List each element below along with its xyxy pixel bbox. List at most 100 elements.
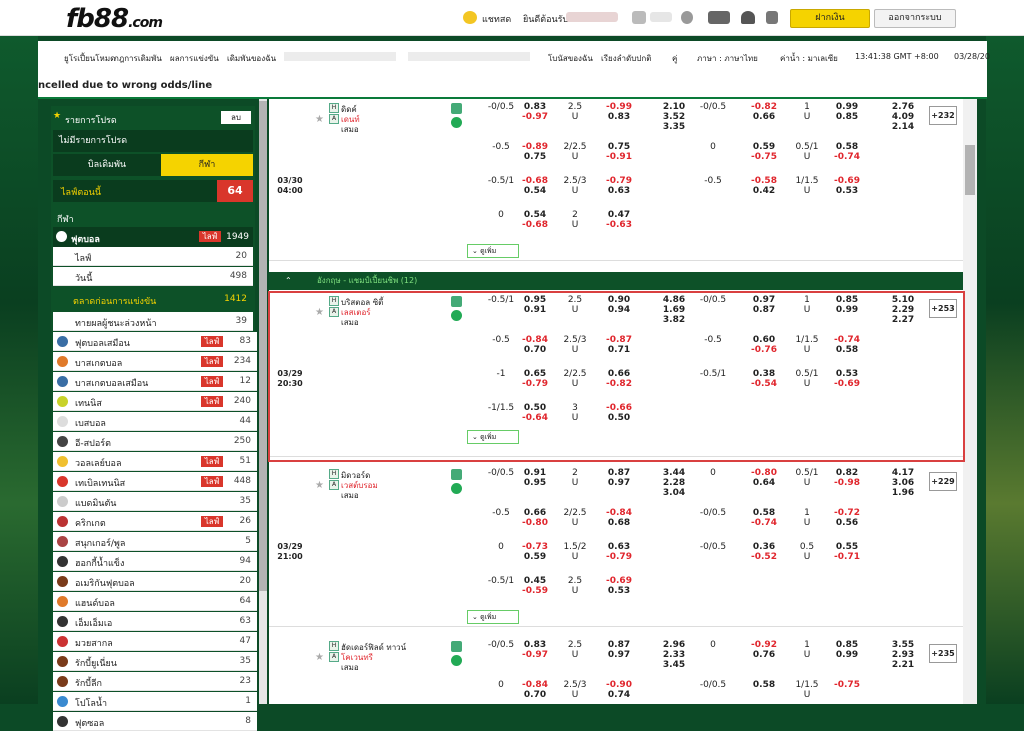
odds-cell[interactable]: 0.99	[833, 650, 861, 660]
nav-odds-type[interactable]: ค่าน้ำ : มาเลเซีย	[780, 52, 838, 65]
odds-cell[interactable]: 2.96	[660, 640, 688, 650]
odds-cell[interactable]: 3.55	[889, 640, 917, 650]
odds-cell[interactable]: -0.69	[605, 576, 633, 586]
odds-cell[interactable]: 3.04	[660, 488, 688, 498]
odds-scrollbar[interactable]	[963, 99, 977, 704]
sub-today[interactable]: วันนี้ 498	[53, 267, 253, 286]
odds-cell[interactable]: 4.17	[889, 468, 917, 478]
odds-cell[interactable]: -0.91	[605, 152, 633, 162]
sport-item[interactable]: บาสเกตบอลเสมือน ไลฟ์ 12	[53, 372, 257, 391]
odds-cell[interactable]: 0.83	[521, 640, 549, 650]
odds-cell[interactable]: -0.89	[521, 142, 549, 152]
sport-item[interactable]: บาสเกตบอล ไลฟ์ 234	[53, 352, 257, 371]
sub-outright[interactable]: ทายผลผู้ชนะล่วงหน้า 39	[53, 312, 253, 331]
stats-icon-2[interactable]	[451, 655, 462, 666]
chat-link[interactable]: แชทสด	[482, 12, 511, 26]
stats-icon-2[interactable]	[451, 483, 462, 494]
nav-my-bets[interactable]: เดิมพันของฉัน	[227, 52, 276, 65]
odds-cell[interactable]: 0.70	[521, 690, 549, 700]
logout-button[interactable]: ออกจากระบบ	[874, 9, 956, 28]
odds-cell[interactable]: -0.71	[833, 552, 861, 562]
tab-sports[interactable]: กีฬา	[161, 154, 253, 176]
odds-cell[interactable]: 0.83	[521, 102, 549, 112]
sport-item[interactable]: เอ็มเอ็มเอ 63	[53, 612, 257, 631]
sport-item[interactable]: ฟุตซอล 8	[53, 712, 257, 731]
stats-icon[interactable]	[451, 103, 462, 114]
odds-cell[interactable]: -0.74	[750, 518, 778, 528]
refresh-icon[interactable]	[681, 11, 693, 24]
deposit-button[interactable]: ฝากเงิน	[790, 9, 870, 28]
odds-cell[interactable]: -0.84	[521, 680, 549, 690]
sport-item[interactable]: คริกเกต ไลฟ์ 26	[53, 512, 257, 531]
odds-cell[interactable]: 0.97	[605, 650, 633, 660]
sport-football[interactable]: ฟุตบอล ไลฟ์ 1949	[53, 227, 253, 247]
odds-cell[interactable]: 0.75	[521, 152, 549, 162]
odds-cell[interactable]: 0.75	[605, 142, 633, 152]
odds-cell[interactable]: -0.79	[605, 176, 633, 186]
sub-live[interactable]: ไลฟ์ 20	[53, 247, 253, 266]
clear-favorites-button[interactable]: ลบ	[221, 111, 251, 124]
nav-pairs[interactable]: คู่	[672, 52, 677, 65]
tab-bet-slip[interactable]: บิลเดิมพัน	[53, 154, 161, 176]
sport-item[interactable]: เทเบิลเทนนิส ไลฟ์ 448	[53, 472, 257, 491]
favorite-star-icon[interactable]: ★	[315, 652, 324, 663]
odds-cell[interactable]: 0.91	[521, 468, 549, 478]
odds-cell[interactable]: -0.82	[750, 102, 778, 112]
odds-cell[interactable]: 0.54	[521, 210, 549, 220]
more-markets-button[interactable]: +232	[929, 106, 957, 125]
odds-cell[interactable]: 0.83	[605, 112, 633, 122]
sport-item[interactable]: แฮนด์บอล 64	[53, 592, 257, 611]
sport-item[interactable]: มวยสากล 47	[53, 632, 257, 651]
favorite-star-icon[interactable]: ★	[315, 114, 324, 125]
odds-cell[interactable]: -0.92	[750, 640, 778, 650]
sport-item[interactable]: สนุกเกอร์/พูล 5	[53, 532, 257, 551]
main-scrollbar-thumb[interactable]	[259, 101, 267, 591]
odds-cell[interactable]: 0.47	[605, 210, 633, 220]
collapse-icon[interactable]: ⌃	[285, 272, 292, 290]
odds-cell[interactable]: 3.44	[660, 468, 688, 478]
sport-item[interactable]: เบสบอล 44	[53, 412, 257, 431]
sport-item[interactable]: รักบี้ลีก 23	[53, 672, 257, 691]
odds-cell[interactable]: -0.97	[521, 112, 549, 122]
odds-cell[interactable]: -0.90	[605, 680, 633, 690]
league-header[interactable]: ⌃ อังกฤษ - แชมป์เปี้ยนชิพ (12)	[269, 272, 963, 290]
odds-cell[interactable]: -0.58	[750, 176, 778, 186]
odds-scrollbar-thumb[interactable]	[965, 145, 975, 195]
odds-cell[interactable]: 0.64	[750, 478, 778, 488]
odds-cell[interactable]: 0.95	[521, 478, 549, 488]
odds-cell[interactable]: 0.58	[750, 680, 778, 690]
odds-cell[interactable]: 2.93	[889, 650, 917, 660]
odds-cell[interactable]: 0.36	[750, 542, 778, 552]
live-now-row[interactable]: ไลฟ์ตอนนี้ 64	[53, 180, 253, 202]
stats-icon-2[interactable]	[451, 117, 462, 128]
odds-cell[interactable]: 4.09	[889, 112, 917, 122]
sport-item[interactable]: วอลเลย์บอล ไลฟ์ 51	[53, 452, 257, 471]
odds-cell[interactable]: 3.06	[889, 478, 917, 488]
sport-item[interactable]: แบดมินตัน 35	[53, 492, 257, 511]
odds-cell[interactable]: 0.53	[833, 186, 861, 196]
odds-cell[interactable]: 0.53	[605, 586, 633, 596]
nav-my-bonus[interactable]: โบนัสของฉัน	[548, 52, 593, 65]
show-more-button[interactable]: ⌄ ดูเพิ่ม	[467, 610, 519, 624]
stats-icon[interactable]	[451, 469, 462, 480]
odds-cell[interactable]: 0.87	[605, 468, 633, 478]
sport-item[interactable]: อเมริกันฟุตบอล 20	[53, 572, 257, 591]
odds-cell[interactable]: 0.87	[605, 640, 633, 650]
odds-cell[interactable]: 2.21	[889, 660, 917, 670]
odds-cell[interactable]: 0.56	[833, 518, 861, 528]
odds-cell[interactable]: 0.82	[833, 468, 861, 478]
sport-item[interactable]: เทนนิส ไลฟ์ 240	[53, 392, 257, 411]
odds-cell[interactable]: -0.68	[521, 220, 549, 230]
odds-cell[interactable]: -0.80	[521, 518, 549, 528]
sport-item[interactable]: ฟุตบอลเสมือน ไลฟ์ 83	[53, 332, 257, 351]
odds-cell[interactable]: -0.59	[521, 586, 549, 596]
sport-item[interactable]: ฮอกกี้น้ำแข็ง 94	[53, 552, 257, 571]
odds-cell[interactable]: -0.79	[605, 552, 633, 562]
odds-cell[interactable]: 0.45	[521, 576, 549, 586]
stats-icon[interactable]	[451, 641, 462, 652]
odds-cell[interactable]: -0.75	[750, 152, 778, 162]
nav-language[interactable]: ภาษา : ภาษาไทย	[697, 52, 758, 65]
odds-cell[interactable]: 2.28	[660, 478, 688, 488]
odds-cell[interactable]: 2.33	[660, 650, 688, 660]
odds-cell[interactable]: 1.96	[889, 488, 917, 498]
